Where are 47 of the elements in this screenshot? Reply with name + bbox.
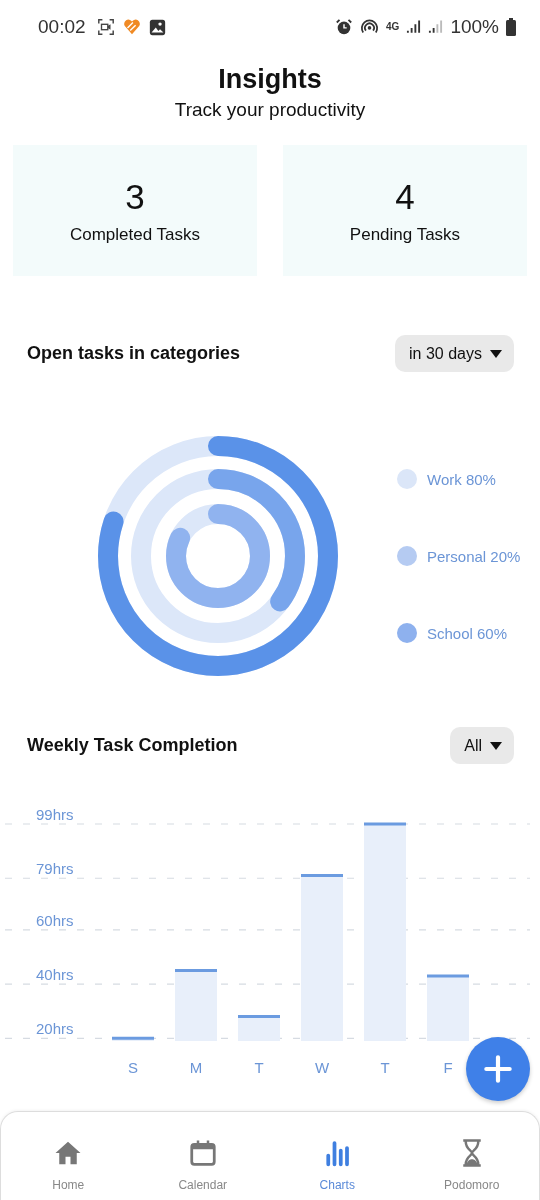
axis-label: 60hrs xyxy=(36,911,74,929)
axis-label: M xyxy=(189,1059,203,1076)
nav-tab[interactable]: Calendar xyxy=(135,1112,270,1200)
signal-icon xyxy=(428,19,444,35)
axis-label: F xyxy=(443,1059,453,1076)
signal-icon xyxy=(406,19,422,35)
stat-value: 3 xyxy=(125,176,145,217)
add-button[interactable] xyxy=(466,1037,530,1101)
legend-label: Work 80% xyxy=(427,470,496,488)
stat-label: Completed Tasks xyxy=(69,224,201,245)
hotspot-icon xyxy=(360,18,380,36)
axis-label: S xyxy=(128,1059,138,1076)
legend-label: Personal 20% xyxy=(427,547,521,565)
axis-label: 40hrs xyxy=(36,966,74,984)
period-dropdown[interactable]: in 30 days xyxy=(395,335,514,372)
bar xyxy=(110,1036,156,1043)
filter-dropdown[interactable]: All xyxy=(450,727,514,764)
nav-tab[interactable]: Podomoro xyxy=(404,1112,539,1200)
axis-label: T xyxy=(254,1059,264,1076)
status-time: 00:02 xyxy=(38,16,86,38)
battery-icon xyxy=(506,18,516,36)
section-title: Open tasks in categories xyxy=(27,343,241,364)
alarm-icon xyxy=(335,18,354,36)
axis-label: 99hrs xyxy=(36,806,74,823)
caret-icon xyxy=(490,741,502,750)
stat-label: Pending Tasks xyxy=(349,224,461,245)
image-icon xyxy=(148,18,166,36)
section-title: Weekly Task Completion xyxy=(27,735,238,756)
axis-label: 79hrs xyxy=(36,860,74,878)
page-title: Insights xyxy=(217,64,323,95)
axis-label: W xyxy=(314,1059,330,1076)
bar xyxy=(425,974,471,1043)
plus-icon xyxy=(484,1055,512,1083)
nav-tab[interactable]: Charts xyxy=(270,1112,405,1200)
page-subtitle: Track your productivity xyxy=(173,99,367,121)
battery-level: 100% xyxy=(450,16,499,38)
legend-label: School 60% xyxy=(427,624,508,642)
stat-value: 4 xyxy=(395,176,415,217)
network-type: 4G xyxy=(386,22,400,32)
heart-icon xyxy=(121,18,142,36)
screen-record-icon xyxy=(96,18,115,36)
nav-tab[interactable]: Home xyxy=(1,1112,136,1200)
bar xyxy=(236,1015,282,1043)
caret-icon xyxy=(490,349,502,358)
axis-label: T xyxy=(380,1059,390,1076)
calendar-icon xyxy=(187,1138,218,1168)
axis-label: 20hrs xyxy=(36,1020,74,1038)
